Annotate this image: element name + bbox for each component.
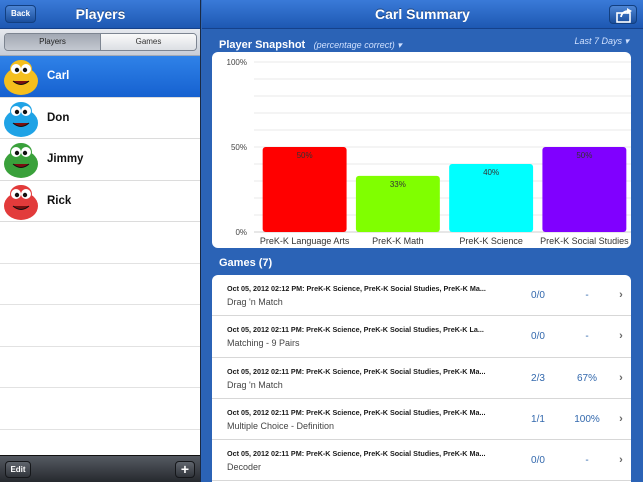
game-row[interactable]: Oct 05, 2012 02:11 PM: PreK-K Science, P…	[212, 316, 631, 358]
segment-bar: Players Games	[0, 29, 200, 56]
games-title: Games (7)	[219, 257, 273, 269]
game-type: Drag 'n Match	[227, 297, 283, 307]
bar-value-label: 33%	[390, 180, 406, 189]
chevron-right-icon: ›	[619, 454, 623, 467]
x-category-label: PreK-K Science	[459, 236, 523, 246]
player-row[interactable]: Rick	[0, 180, 200, 222]
game-score: 0/0	[531, 331, 545, 343]
x-category-label: PreK-K Social Studies	[540, 236, 629, 246]
game-score: 2/3	[531, 372, 545, 384]
snapshot-metric-selector[interactable]: (percentage correct) ▾	[314, 40, 402, 50]
player-name: Rick	[47, 194, 72, 207]
segment-players[interactable]: Players	[5, 34, 101, 50]
chevron-right-icon: ›	[619, 412, 623, 425]
game-session-title: Oct 05, 2012 02:11 PM: PreK-K Science, P…	[227, 366, 486, 376]
y-tick-label: 0%	[235, 228, 247, 237]
y-tick-label: 50%	[231, 143, 247, 152]
game-row[interactable]: Oct 05, 2012 02:12 PM: PreK-K Science, P…	[212, 275, 631, 317]
empty-list-row	[0, 222, 200, 264]
y-tick-label: 100%	[227, 58, 247, 67]
game-type: Multiple Choice - Definition	[227, 420, 335, 431]
empty-list-row	[0, 264, 200, 305]
player-row[interactable]: Carl	[0, 56, 200, 98]
share-icon	[616, 8, 632, 23]
game-session-title: Oct 05, 2012 02:12 PM: PreK-K Science, P…	[227, 284, 486, 293]
game-percent: -	[585, 290, 589, 301]
x-category-label: PreK-K Language Arts	[260, 236, 350, 246]
players-navbar: Back Players	[0, 0, 200, 29]
players-games-segmented-control: Players Games	[4, 33, 197, 51]
chevron-right-icon: ›	[619, 289, 623, 301]
player-name: Carl	[47, 70, 70, 82]
chevron-right-icon: ›	[619, 371, 623, 384]
game-row[interactable]: Oct 05, 2012 02:11 PM: PreK-K Science, P…	[212, 358, 631, 399]
bar-value-label: 40%	[483, 168, 499, 177]
x-category-label: PreK-K Math	[372, 236, 424, 246]
games-list: Oct 05, 2012 02:12 PM: PreK-K Science, P…	[212, 275, 631, 482]
game-percent: 67%	[576, 372, 597, 384]
game-type: Drag 'n Match	[227, 379, 283, 390]
player-name: Jimmy	[47, 153, 84, 165]
game-percent: -	[585, 331, 589, 343]
players-list: Carl Don Jimmy Rick	[0, 56, 200, 471]
chevron-right-icon: ›	[619, 330, 623, 343]
player-row[interactable]: Don	[0, 97, 200, 139]
player-name: Don	[47, 111, 70, 124]
game-percent: -	[585, 455, 589, 467]
monster-avatar-icon	[4, 184, 38, 220]
empty-list-row	[0, 305, 200, 347]
bar-value-label: 50%	[297, 151, 313, 160]
snapshot-title: Player Snapshot	[219, 39, 306, 51]
monster-avatar-icon	[4, 101, 38, 137]
empty-list-row	[0, 347, 200, 388]
players-title: Players	[75, 6, 126, 22]
game-type: Matching - 9 Pairs	[227, 338, 300, 349]
summary-title: Carl Summary	[375, 6, 470, 22]
monster-avatar-icon	[4, 143, 38, 178]
monster-avatar-icon	[4, 60, 38, 95]
app-root: Back Players Players Games Carl Don Jimmy R…	[0, 0, 643, 482]
snapshot-bar-chart: 0% 50% 100% 50% PreK-K Language Arts 33% PreK-…	[227, 58, 631, 246]
game-row[interactable]: Oct 05, 2012 02:11 PM: PreK-K Science, P…	[212, 399, 631, 441]
game-score: 1/1	[531, 413, 545, 425]
game-session-title: Oct 05, 2012 02:11 PM: PreK-K Science, P…	[227, 325, 484, 335]
edit-button[interactable]: Edit	[5, 461, 31, 478]
game-type: Decoder	[227, 462, 262, 473]
date-range-selector[interactable]: Last 7 Days ▾	[574, 36, 629, 47]
add-player-button[interactable]: +	[175, 461, 195, 478]
share-button[interactable]	[609, 5, 637, 24]
game-score: 0/0	[531, 290, 545, 301]
bar-value-label: 50%	[576, 151, 592, 160]
empty-list-row	[0, 388, 200, 430]
game-session-title: Oct 05, 2012 02:11 PM: PreK-K Science, P…	[227, 407, 486, 417]
player-row[interactable]: Jimmy	[0, 139, 200, 181]
game-score: 0/0	[531, 455, 545, 467]
game-session-title: Oct 05, 2012 02:11 PM: PreK-K Science, P…	[227, 449, 486, 459]
game-row[interactable]: Oct 05, 2012 02:11 PM: PreK-K Science, P…	[212, 440, 631, 482]
summary-navbar: Carl Summary	[202, 0, 643, 29]
segment-games[interactable]: Games	[101, 34, 196, 50]
snapshot-chart-card: 0% 50% 100% 50% PreK-K Language Arts 33% PreK-…	[212, 52, 631, 248]
snapshot-header: Player Snapshot (percentage correct) ▾	[219, 35, 402, 51]
game-percent: 100%	[574, 413, 600, 425]
summary-pane: Carl Summary Player Snapshot (percentage…	[202, 0, 643, 482]
players-toolbar: Edit +	[0, 455, 200, 482]
players-pane: Back Players Players Games Carl Don Jimmy R…	[0, 0, 201, 482]
